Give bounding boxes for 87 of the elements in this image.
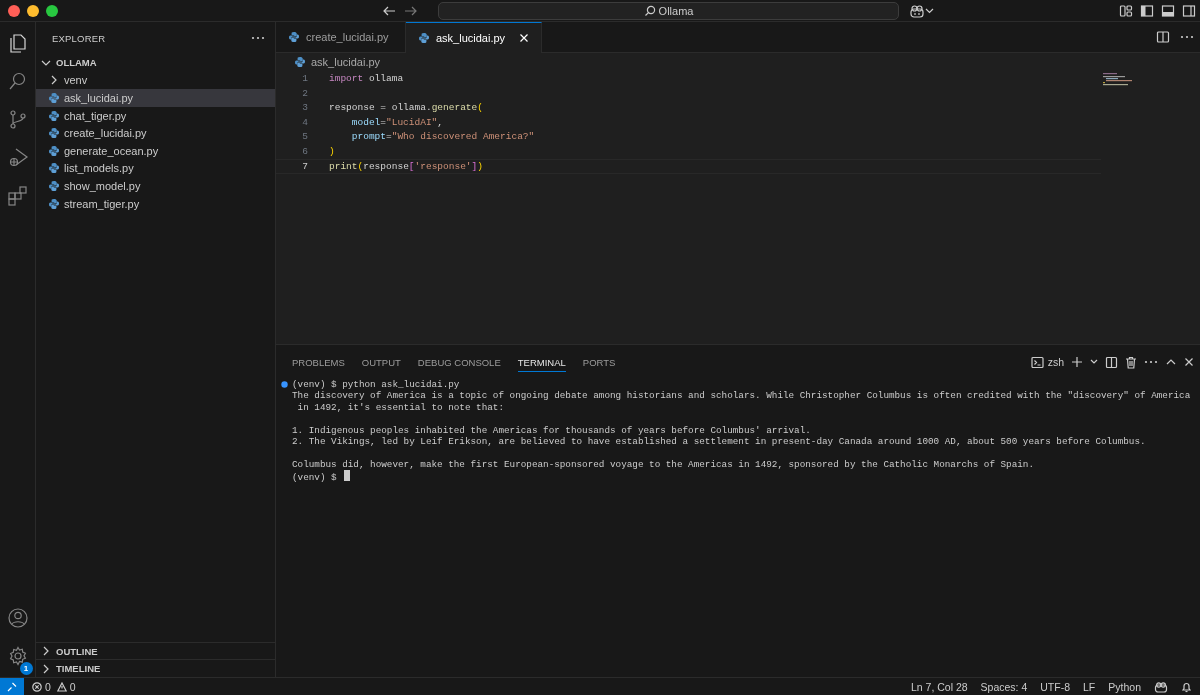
terminal-name[interactable]: zsh: [1047, 356, 1064, 368]
code-line: response = ollama.generate(: [329, 101, 483, 115]
warning-icon[interactable]: [56, 681, 67, 692]
extensions-icon[interactable]: [6, 184, 29, 206]
code-line: print(response['response']): [329, 160, 483, 173]
panel-tab[interactable]: OUTPUT: [361, 352, 401, 372]
back-arrow-icon[interactable]: [382, 4, 396, 17]
forward-arrow-icon[interactable]: [404, 4, 418, 17]
terminal-line: 2. The Vikings, led by Leif Erikson, are believed to have established a settlement in present-day Canada around 1000 AD, about 500 years before Columbus.: [292, 435, 1146, 447]
status-item[interactable]: Ln 7, Col 28: [910, 680, 968, 693]
file-icon: [288, 31, 300, 43]
terminal-line: (venv) $ python ask_lucidai.py: [292, 379, 460, 390]
status-item[interactable]: Spaces: 4: [980, 680, 1028, 693]
cursor: [343, 470, 350, 482]
line-number: 3: [301, 101, 308, 115]
file-item[interactable]: ask_lucidai.py: [36, 89, 275, 107]
breadcrumb[interactable]: ask_lucidai.py: [311, 56, 381, 68]
file-icon: [418, 32, 430, 44]
plus-icon[interactable]: [1071, 356, 1083, 368]
terminal-line: The discovery of America is a topic of ongoing debate among historians and scholars. While Christopher Columbus is often credited with the "discovery" of America: [292, 390, 1191, 402]
bell-icon[interactable]: [1181, 680, 1192, 693]
file-item[interactable]: chat_tiger.py: [36, 106, 275, 125]
line-number: 5: [301, 130, 308, 144]
panel-tab[interactable]: PORTS: [582, 352, 616, 372]
file-icon: [48, 179, 60, 192]
more-icon[interactable]: [1180, 35, 1194, 39]
notification-badge: 1: [19, 662, 33, 675]
terminal-line: Columbus did, however, make the first European-sponsored voyage to the Americas in 1492, sponsored by the Catholic Monarchs of Spain.: [292, 458, 1034, 470]
more-icon[interactable]: [1144, 360, 1158, 364]
split-editor-icon[interactable]: [1156, 30, 1170, 44]
file-item[interactable]: generate_ocean.py: [36, 141, 275, 160]
terminal-prompt: (venv) $: [292, 472, 337, 484]
more-icon[interactable]: [251, 36, 265, 40]
section-header[interactable]: OUTLINE: [36, 641, 275, 660]
secondary-sidebar-icon[interactable]: [1182, 3, 1196, 18]
window-control-icon[interactable]: [27, 4, 39, 17]
warning-count[interactable]: 0: [69, 680, 76, 693]
layout-icon[interactable]: [1119, 3, 1133, 18]
editor-tab[interactable]: ask_lucidai.py: [406, 22, 543, 53]
window-control-icon[interactable]: [46, 4, 58, 17]
account-icon[interactable]: [6, 607, 29, 629]
file-icon: [48, 92, 60, 104]
status-item[interactable]: Python: [1108, 680, 1141, 693]
file-icon: [48, 127, 60, 140]
minimap-drawing: [1103, 73, 1133, 87]
file-item[interactable]: stream_tiger.py: [36, 194, 275, 213]
status-item[interactable]: UTF-8: [1040, 680, 1071, 693]
sidebar-title: EXPLORER: [52, 32, 106, 44]
terminal-line: in 1492, it's essential to note that:: [296, 401, 504, 413]
file-item[interactable]: show_model.py: [36, 177, 275, 195]
search-icon: [643, 4, 656, 17]
code-line: prompt="Who discovered America?": [350, 130, 535, 144]
line-number: 1: [301, 72, 308, 86]
file-icon: [48, 109, 60, 122]
remote-button[interactable]: [0, 678, 24, 695]
panel-tab[interactable]: TERMINAL: [517, 352, 566, 372]
panel-tab[interactable]: PROBLEMS: [292, 352, 345, 372]
sidebar-toggle-icon[interactable]: [1140, 3, 1154, 18]
split-terminal-icon[interactable]: [1105, 355, 1118, 369]
code-line: model="LucidAI",: [350, 115, 444, 130]
error-count[interactable]: 0: [45, 680, 51, 693]
status-dot-icon: [281, 381, 288, 388]
line-number: 4: [301, 115, 308, 130]
code-line: import ollama: [329, 72, 404, 86]
window-control-icon[interactable]: [8, 4, 20, 17]
close-icon[interactable]: [1184, 357, 1194, 367]
folder-item[interactable]: venv: [36, 71, 275, 90]
file-icon: [294, 56, 306, 68]
line-number: 2: [301, 86, 308, 101]
terminal-line: 1. Indigenous peoples inhabited the Americas for thousands of years before Columbus' arrival.: [292, 424, 811, 436]
panel-toggle-icon[interactable]: [1161, 3, 1175, 18]
remote-icon: [7, 681, 17, 692]
file-icon: [48, 197, 60, 210]
file-item[interactable]: list_models.py: [36, 159, 275, 178]
terminal-icon[interactable]: [1030, 355, 1044, 369]
line-number: 6: [301, 144, 308, 159]
code-line: ): [329, 144, 335, 159]
folder-header[interactable]: OLLAMA: [36, 54, 275, 72]
trash-icon[interactable]: [1125, 355, 1137, 369]
file-icon: [48, 144, 60, 157]
error-icon[interactable]: [32, 681, 42, 692]
file-item[interactable]: create_lucidai.py: [36, 124, 275, 142]
file-icon: [48, 162, 60, 175]
line-number: 7: [301, 160, 308, 173]
command-center-search[interactable]: Ollama: [438, 1, 899, 20]
status-item[interactable]: LF: [1083, 680, 1096, 693]
panel-tab[interactable]: DEBUG CONSOLE: [417, 352, 501, 372]
